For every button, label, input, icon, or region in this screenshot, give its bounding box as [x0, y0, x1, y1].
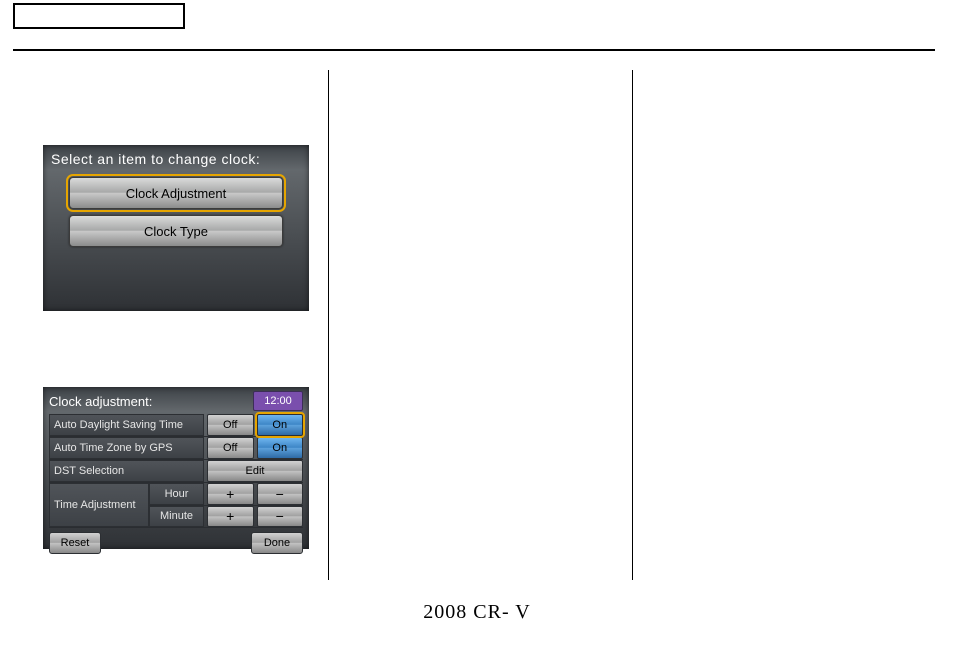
reset-button[interactable]: Reset: [49, 532, 101, 554]
hour-minus[interactable]: −: [257, 483, 304, 505]
dst-edit-button[interactable]: Edit: [207, 460, 303, 482]
option-clock-type[interactable]: Clock Type: [69, 215, 283, 247]
column-1: Select an item to change clock: Clock Ad…: [13, 70, 328, 580]
auto-dst-off[interactable]: Off: [207, 414, 254, 436]
nav-screen-options: Clock Adjustment Clock Type: [43, 177, 309, 247]
minute-minus[interactable]: −: [257, 506, 304, 528]
row-controls: Off On: [204, 414, 303, 436]
page-hr: [13, 49, 935, 51]
column-3: [632, 70, 935, 580]
row-auto-dst: Auto Daylight Saving Time Off On: [49, 414, 303, 437]
row-time-adjustment: Time Adjustment Hour + − Minute + −: [49, 483, 303, 528]
nav-screen-select-item: Select an item to change clock: Clock Ad…: [43, 145, 309, 311]
header-placeholder-box: [13, 3, 185, 29]
row-label: Auto Time Zone by GPS: [49, 437, 204, 459]
option-clock-adjustment[interactable]: Clock Adjustment: [69, 177, 283, 209]
nav-screen-clock-adjustment: Clock adjustment: 12:00 Auto Daylight Sa…: [43, 387, 309, 549]
content-columns: Select an item to change clock: Clock Ad…: [13, 70, 935, 580]
time-adjustment-sub: Hour + − Minute + −: [149, 483, 303, 527]
option-label: Clock Type: [144, 224, 208, 239]
footer-text: 2008 CR- V: [0, 601, 954, 624]
row-label: Auto Daylight Saving Time: [49, 414, 204, 436]
bottom-buttons: Reset Done: [43, 528, 309, 554]
column-2: [328, 70, 632, 580]
row-controls: Off On: [204, 437, 303, 459]
clock-display: 12:00: [253, 391, 303, 411]
row-controls: Edit: [204, 460, 303, 482]
nav-screen-title: Select an item to change clock:: [43, 145, 309, 177]
row-hour: Hour + −: [149, 483, 303, 506]
minute-plus[interactable]: +: [207, 506, 254, 528]
done-button[interactable]: Done: [251, 532, 303, 554]
auto-dst-on[interactable]: On: [257, 414, 304, 436]
option-label: Clock Adjustment: [126, 186, 226, 201]
hour-plus[interactable]: +: [207, 483, 254, 505]
row-auto-tz: Auto Time Zone by GPS Off On: [49, 437, 303, 460]
nav-screen-header: Clock adjustment: 12:00: [43, 387, 309, 413]
sub-label: Hour: [149, 483, 204, 505]
auto-tz-off[interactable]: Off: [207, 437, 254, 459]
row-minute: Minute + −: [149, 506, 303, 528]
auto-tz-on[interactable]: On: [257, 437, 304, 459]
row-label: DST Selection: [49, 460, 204, 482]
settings-rows: Auto Daylight Saving Time Off On Auto Ti…: [49, 414, 303, 528]
row-dst-selection: DST Selection Edit: [49, 460, 303, 483]
row-label: Time Adjustment: [49, 483, 149, 527]
sub-label: Minute: [149, 506, 204, 528]
nav-screen-title: Clock adjustment:: [49, 394, 152, 409]
